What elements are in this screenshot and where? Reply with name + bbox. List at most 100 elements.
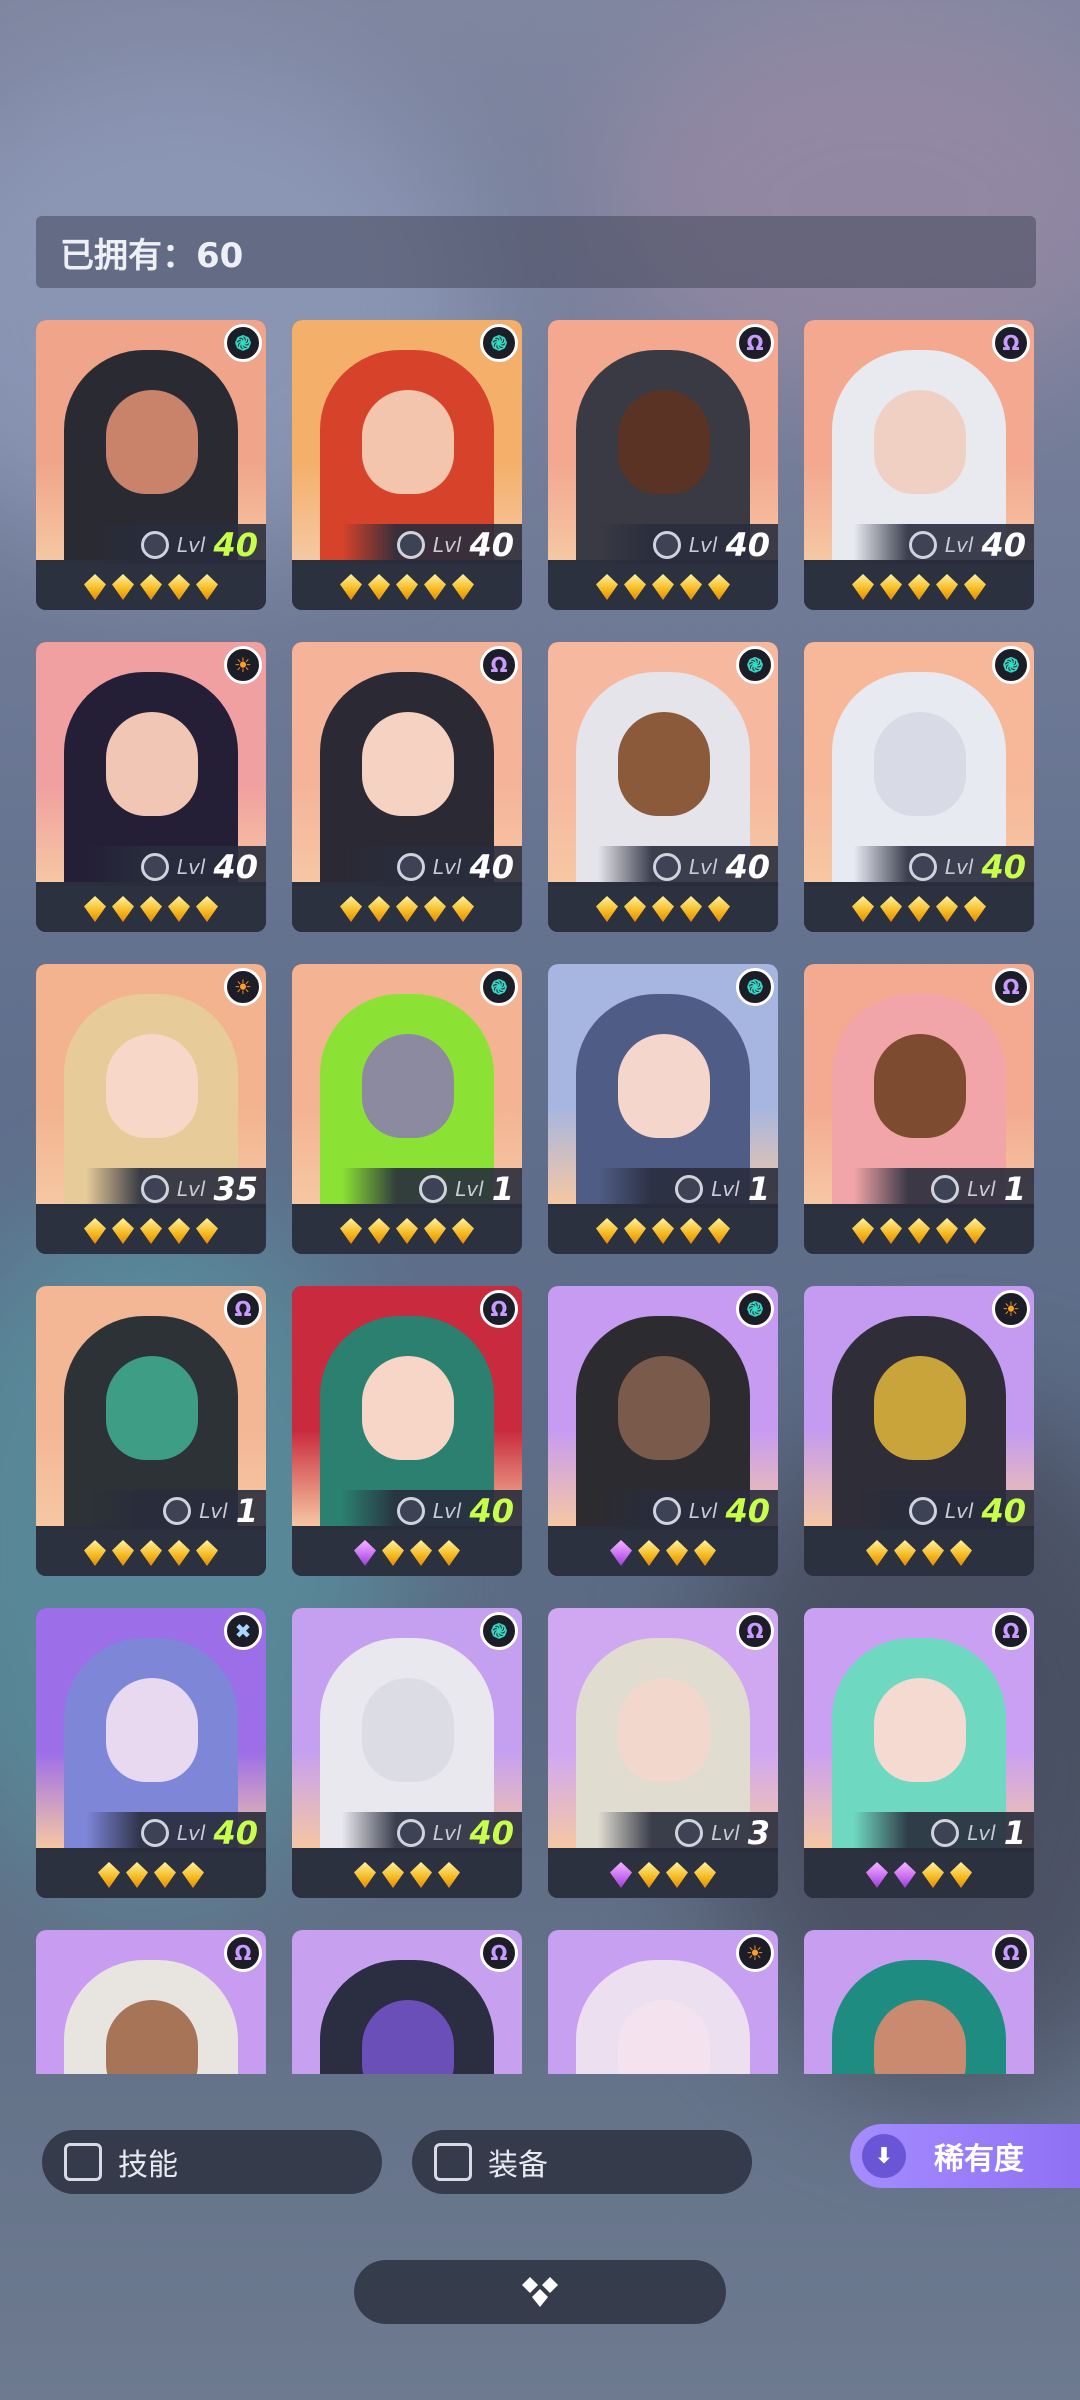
hero-card[interactable]: Ω Lvl 40 [292, 642, 522, 932]
purple-star-icon [894, 1862, 916, 1888]
purple-star-icon [610, 1540, 632, 1566]
level-label: Lvl [432, 533, 462, 557]
level-row: Lvl 1 [598, 1168, 778, 1210]
cross-rarity-icon: ✖ [224, 1612, 262, 1650]
level-label: Lvl [688, 533, 718, 557]
collapse-toggle-button[interactable] [354, 2260, 726, 2324]
hero-card[interactable]: ☀ Lvl 35 [36, 964, 266, 1254]
hero-card[interactable]: ֎ Lvl 40 [292, 1608, 522, 1898]
gold-star-icon [84, 1540, 106, 1566]
hero-card[interactable]: ☀ [548, 1930, 778, 2074]
hero-face [618, 1356, 710, 1460]
gold-star-icon [964, 896, 986, 922]
omega-rarity-icon: Ω [480, 1934, 518, 1972]
gold-star-icon [666, 1862, 688, 1888]
level-value: 40 [469, 848, 514, 886]
hero-card[interactable]: Ω [804, 1930, 1034, 2074]
rarity-sort-label: 稀有度 [934, 2142, 1024, 2177]
level-value: 1 [1003, 1814, 1026, 1852]
gold-star-icon [382, 1862, 404, 1888]
hero-card[interactable]: Ω Lvl 1 [804, 964, 1034, 1254]
level-value: 1 [491, 1170, 514, 1208]
hero-card[interactable]: Ω Lvl 3 [548, 1608, 778, 1898]
equipment-checkbox[interactable] [434, 2143, 472, 2181]
gold-star-icon [196, 1540, 218, 1566]
element-icon [396, 531, 425, 559]
element-icon [652, 853, 681, 881]
equipment-filter-toggle[interactable]: 装备 [412, 2130, 752, 2194]
hero-face [618, 1678, 710, 1782]
gold-star-icon [922, 1540, 944, 1566]
gold-star-icon [624, 574, 646, 600]
gold-star-icon [652, 896, 674, 922]
gold-star-icon [638, 1862, 660, 1888]
gold-star-icon [652, 1218, 674, 1244]
level-row: Lvl 40 [342, 1490, 522, 1532]
star-rating [36, 1852, 266, 1898]
gold-star-icon [452, 574, 474, 600]
hero-card[interactable]: Ω [292, 1930, 522, 2074]
gold-star-icon [196, 574, 218, 600]
level-row: Lvl 3 [598, 1812, 778, 1854]
gold-star-icon [112, 1540, 134, 1566]
star-rating [804, 564, 1034, 610]
gold-star-icon [908, 574, 930, 600]
omega-rarity-icon: Ω [992, 968, 1030, 1006]
hero-card[interactable]: ֎ Lvl 40 [548, 642, 778, 932]
skill-checkbox[interactable] [64, 2143, 102, 2181]
hero-card[interactable]: Ω Lvl 40 [548, 320, 778, 610]
hero-card[interactable]: ֎ Lvl 40 [36, 320, 266, 610]
hero-card[interactable]: Ω Lvl 1 [804, 1608, 1034, 1898]
gold-star-icon [154, 1862, 176, 1888]
hero-card[interactable]: Ω Lvl 40 [804, 320, 1034, 610]
hero-card[interactable]: Ω Lvl 40 [292, 1286, 522, 1576]
gold-star-icon [680, 574, 702, 600]
star-rating [292, 1852, 522, 1898]
level-value: 40 [981, 526, 1026, 564]
swirl-rarity-icon: ֎ [992, 646, 1030, 684]
level-row: Lvl 1 [854, 1812, 1034, 1854]
star-rating [804, 1208, 1034, 1254]
level-row: Lvl 40 [86, 524, 266, 566]
owned-count-text: 已拥有：60 [60, 235, 244, 276]
gold-star-icon [936, 896, 958, 922]
hero-card[interactable]: ֎ Lvl 40 [548, 1286, 778, 1576]
star-rating [36, 564, 266, 610]
level-label: Lvl [176, 1821, 206, 1845]
hero-card[interactable]: ☀ Lvl 40 [804, 1286, 1034, 1576]
gold-star-icon [680, 896, 702, 922]
swirl-rarity-icon: ֎ [736, 646, 774, 684]
hero-face [874, 390, 966, 494]
level-label: Lvl [688, 1499, 718, 1523]
diamond-cluster-icon [522, 2277, 558, 2307]
gold-star-icon [410, 1862, 432, 1888]
level-value: 35 [213, 1170, 258, 1208]
gold-star-icon [396, 896, 418, 922]
hero-card[interactable]: ֎ Lvl 1 [548, 964, 778, 1254]
gold-star-icon [694, 1540, 716, 1566]
hero-card[interactable]: ֎ Lvl 1 [292, 964, 522, 1254]
gold-star-icon [880, 896, 902, 922]
hero-card[interactable]: ☀ Lvl 40 [36, 642, 266, 932]
hero-card[interactable]: ֎ Lvl 40 [804, 642, 1034, 932]
gold-star-icon [98, 1862, 120, 1888]
hero-card[interactable]: Ω Lvl 1 [36, 1286, 266, 1576]
skill-filter-label: 技能 [118, 2148, 178, 2183]
hero-face [362, 1678, 454, 1782]
level-label: Lvl [944, 1499, 974, 1523]
hero-face [618, 390, 710, 494]
skill-filter-toggle[interactable]: 技能 [42, 2130, 382, 2194]
star-rating [36, 886, 266, 932]
element-icon [163, 1497, 192, 1525]
hero-card[interactable]: ✖ Lvl 40 [36, 1608, 266, 1898]
gold-star-icon [168, 1218, 190, 1244]
star-rating [548, 564, 778, 610]
level-row: Lvl 40 [342, 1812, 522, 1854]
rarity-sort-button[interactable]: ⬇ 稀有度 [850, 2124, 1080, 2188]
element-icon [140, 1819, 169, 1847]
hero-card[interactable]: Ω [36, 1930, 266, 2074]
hero-card[interactable]: ֎ Lvl 40 [292, 320, 522, 610]
gold-star-icon [908, 1218, 930, 1244]
level-value: 40 [981, 848, 1026, 886]
element-icon [652, 1497, 681, 1525]
